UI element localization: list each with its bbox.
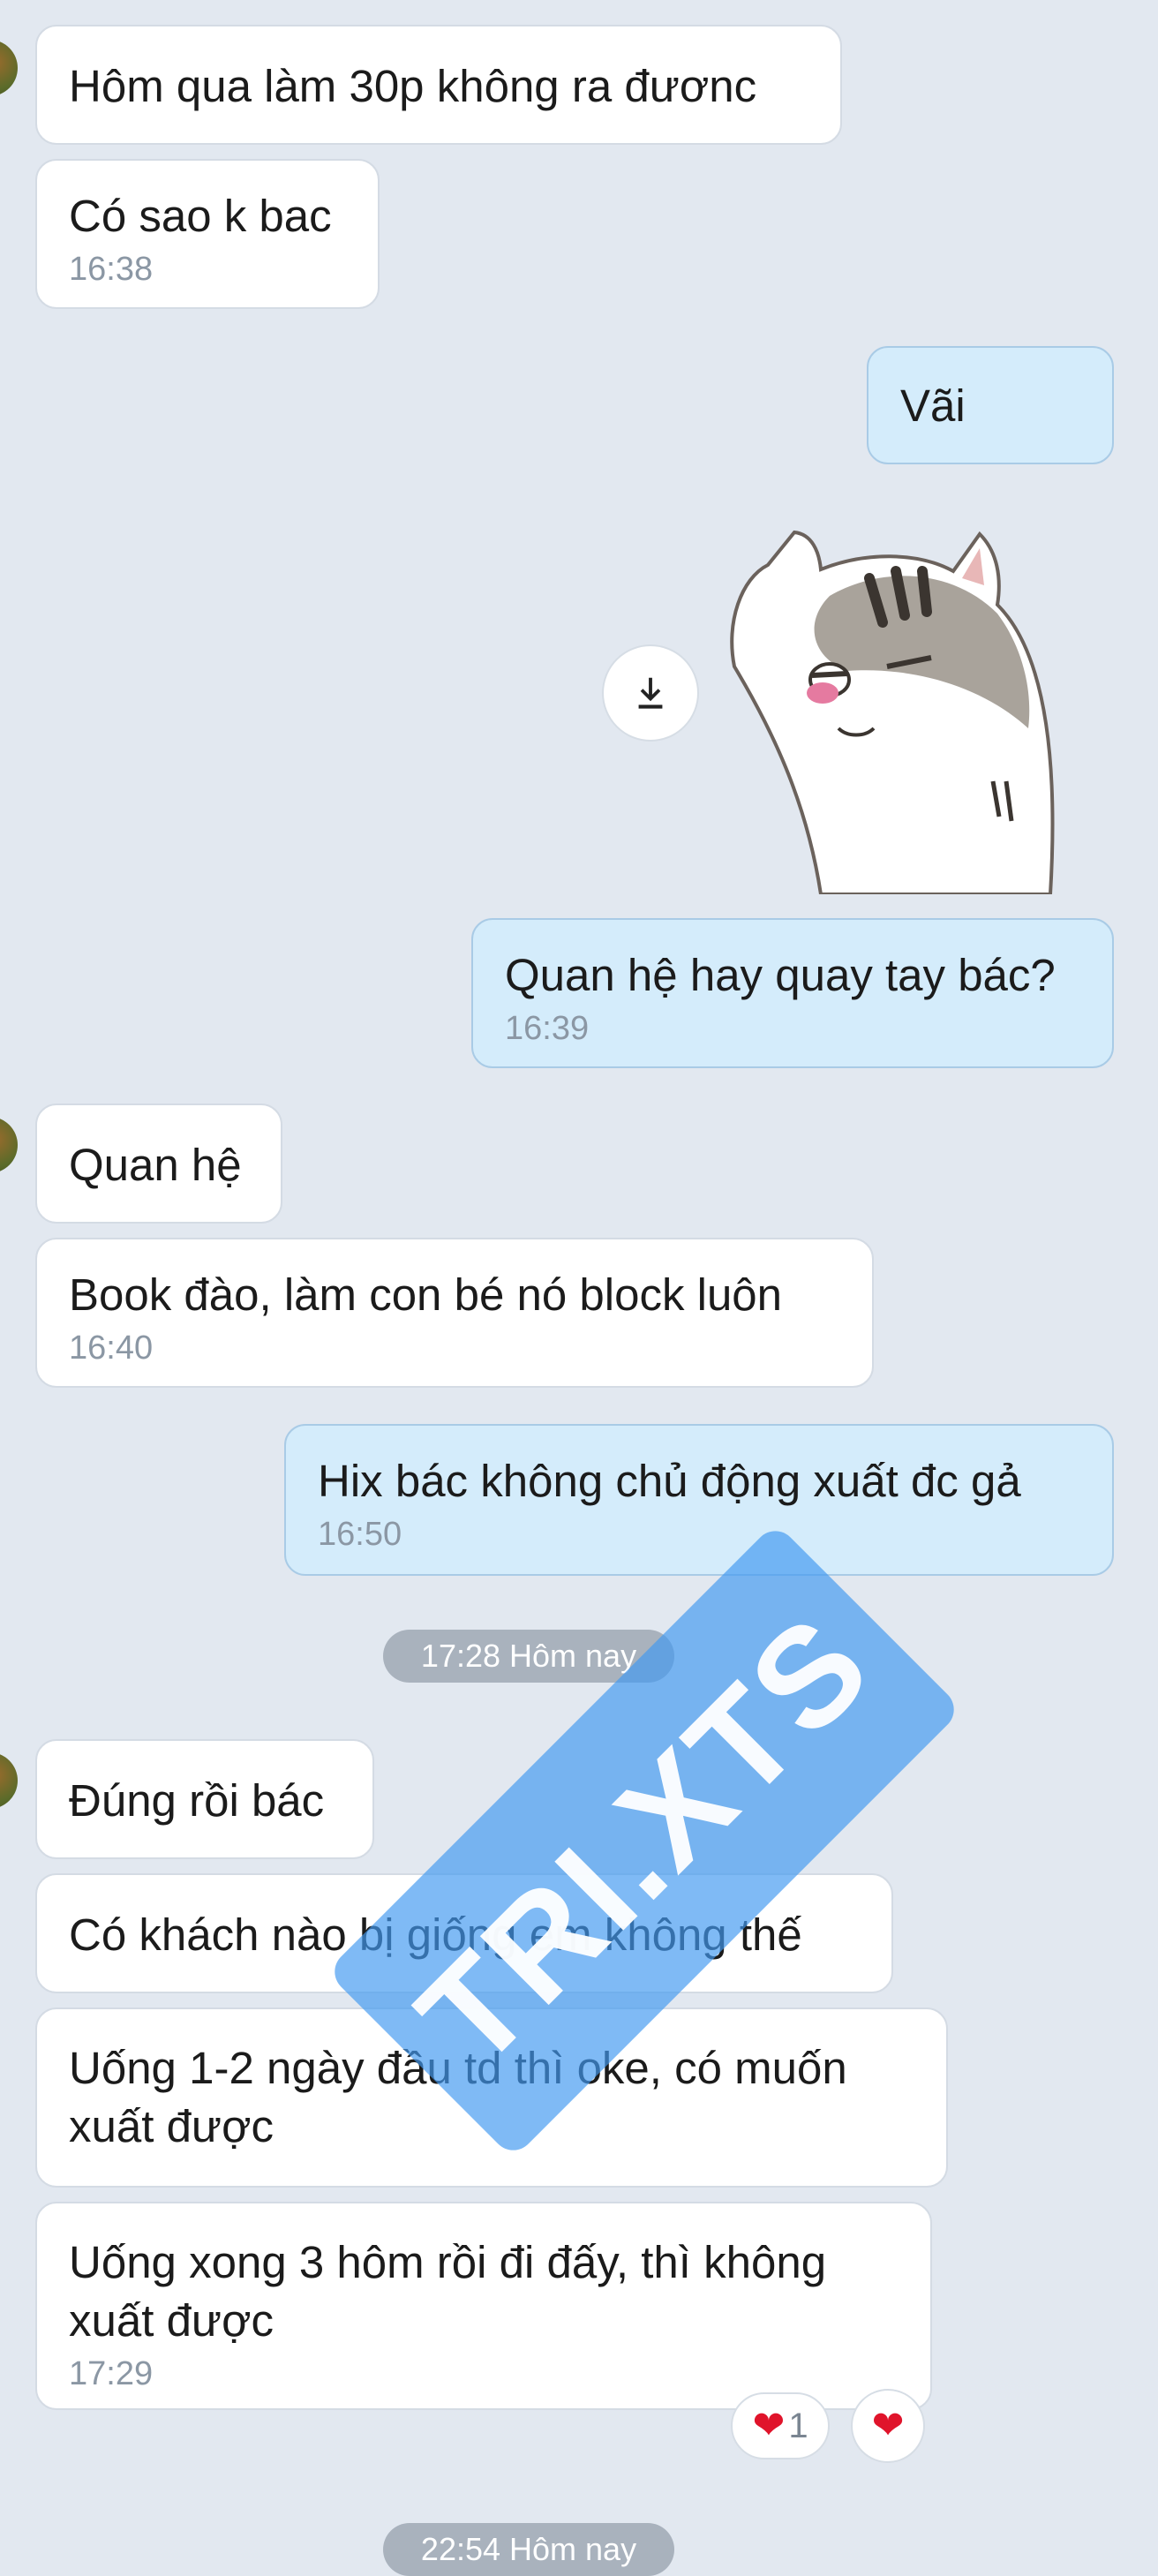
download-icon bbox=[638, 677, 663, 709]
message-timestamp: 16:39 bbox=[505, 1010, 590, 1047]
message-text: Vãi bbox=[900, 380, 966, 431]
incoming-message[interactable]: Quan hệ bbox=[35, 1103, 282, 1224]
cat-sticker[interactable] bbox=[715, 516, 1086, 894]
react-button[interactable]: ❤ bbox=[851, 2389, 925, 2463]
message-text: Quan hệ hay quay tay bác? bbox=[505, 950, 1056, 1000]
outgoing-message[interactable]: Vãi bbox=[867, 346, 1114, 464]
avatar[interactable] bbox=[0, 1117, 18, 1173]
heart-icon: ❤ bbox=[871, 2404, 905, 2447]
message-text: Có sao k bac bbox=[69, 191, 332, 241]
date-separator: 22:54 Hôm nay bbox=[383, 2523, 674, 2576]
message-text: Hôm qua làm 30p không ra đươnc bbox=[69, 61, 757, 111]
message-text: Quan hệ bbox=[69, 1140, 242, 1190]
heart-icon: ❤ bbox=[752, 2404, 786, 2447]
incoming-message[interactable]: Hôm qua làm 30p không ra đươnc bbox=[35, 25, 842, 145]
reaction-count[interactable]: ❤ 1 bbox=[731, 2392, 830, 2459]
incoming-message[interactable]: Uống xong 3 hôm rồi đi đấy, thì không xu… bbox=[35, 2202, 932, 2410]
message-timestamp: 16:40 bbox=[69, 1329, 154, 1367]
reaction-count-value: 1 bbox=[788, 2406, 808, 2445]
message-text: Đúng rồi bác bbox=[69, 1775, 325, 1826]
message-timestamp: 16:38 bbox=[69, 251, 154, 288]
avatar[interactable] bbox=[0, 40, 18, 96]
message-text: Book đào, làm con bé nó block luôn bbox=[69, 1269, 783, 1320]
avatar[interactable] bbox=[0, 1752, 18, 1809]
message-timestamp: 16:50 bbox=[318, 1516, 402, 1553]
message-text: Hix bác không chủ động xuất đc gả bbox=[318, 1456, 1021, 1506]
incoming-message[interactable]: Có sao k bac 16:38 bbox=[35, 159, 380, 309]
message-timestamp: 17:29 bbox=[69, 2355, 154, 2392]
outgoing-message[interactable]: Hix bác không chủ động xuất đc gả 16:50 bbox=[284, 1424, 1114, 1576]
incoming-message[interactable]: Book đào, làm con bé nó block luôn 16:40 bbox=[35, 1238, 874, 1388]
message-text: Uống xong 3 hôm rồi đi đấy, thì không xu… bbox=[69, 2237, 827, 2346]
incoming-message[interactable]: Đúng rồi bác bbox=[35, 1739, 374, 1859]
download-button[interactable] bbox=[602, 644, 699, 742]
outgoing-message[interactable]: Quan hệ hay quay tay bác? 16:39 bbox=[471, 918, 1114, 1068]
